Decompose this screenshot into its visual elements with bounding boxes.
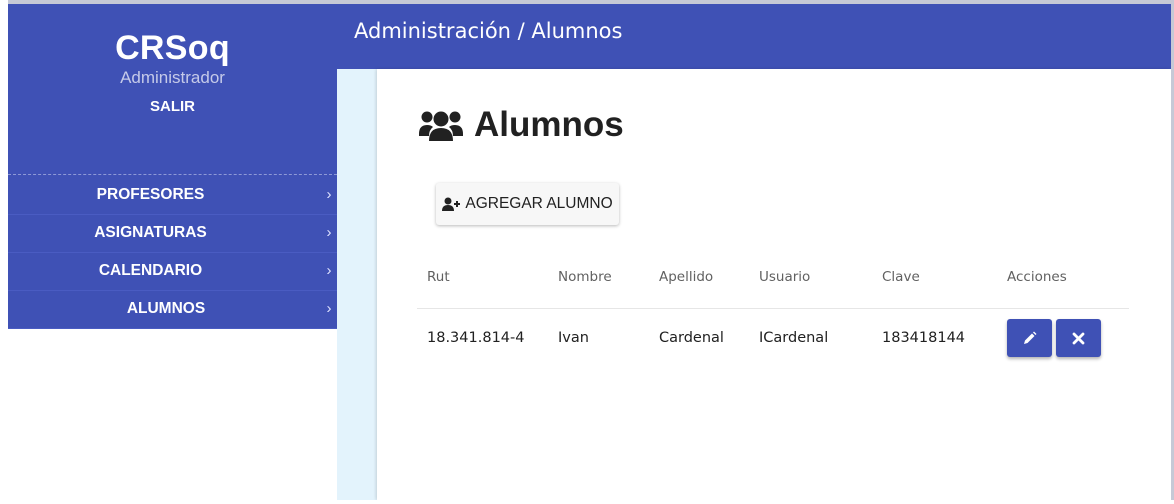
sidebar-item-alumnos[interactable]: ALUMNOS › (8, 291, 337, 329)
content-card: Alumnos AGREGAR ALUMNO Rut Nombre Apelli… (377, 69, 1171, 500)
sidebar-item-profesores[interactable]: PROFESORES › (8, 175, 337, 215)
user-plus-icon (442, 197, 461, 211)
column-header-nombre[interactable]: Nombre (548, 246, 649, 309)
sidebar-item-calendario[interactable]: CALENDARIO › (8, 253, 337, 291)
chevron-right-icon: › (326, 186, 332, 203)
top-bar: Administración / Alumnos (337, 4, 1171, 69)
logout-button[interactable]: SALIR (150, 98, 195, 115)
table-row: 18.341.814-4 Ivan Cardenal ICardenal 183… (417, 309, 1129, 368)
column-header-rut[interactable]: Rut (417, 246, 548, 309)
user-role: Administrador (120, 68, 225, 87)
delete-button[interactable] (1056, 319, 1101, 357)
brand-title: CRSoq (115, 29, 230, 67)
page-title: Alumnos (418, 105, 624, 145)
sidebar-item-label: ASIGNATURAS (94, 224, 207, 241)
table-header-row: Rut Nombre Apellido Usuario Clave Accion… (417, 246, 1129, 309)
users-icon (419, 111, 463, 141)
column-header-apellido[interactable]: Apellido (649, 246, 749, 309)
chevron-right-icon: › (326, 300, 332, 317)
app-frame: CRSoq Administrador SALIR PROFESORES › A… (8, 0, 1174, 500)
edit-button[interactable] (1007, 319, 1052, 357)
cell-rut: 18.341.814-4 (427, 330, 525, 346)
close-icon (1072, 332, 1085, 345)
add-student-label: AGREGAR ALUMNO (465, 195, 613, 212)
pencil-icon (1024, 331, 1037, 344)
sidebar: CRSoq Administrador SALIR PROFESORES › A… (8, 4, 338, 500)
sidebar-item-label: ALUMNOS (126, 300, 206, 317)
students-table: Rut Nombre Apellido Usuario Clave Accion… (417, 246, 1129, 367)
column-header-usuario[interactable]: Usuario (749, 246, 872, 309)
cell-usuario: ICardenal (759, 330, 829, 346)
cell-nombre: Ivan (558, 330, 589, 346)
sidebar-item-label: CALENDARIO (98, 262, 203, 279)
chevron-right-icon: › (326, 224, 332, 241)
column-header-acciones: Acciones (997, 246, 1129, 309)
sidebar-item-label: PROFESORES (96, 186, 205, 203)
column-header-clave[interactable]: Clave (872, 246, 997, 309)
cell-apellido: Cardenal (659, 330, 724, 346)
breadcrumb: Administración / Alumnos (354, 19, 623, 43)
add-student-button[interactable]: AGREGAR ALUMNO (436, 183, 619, 225)
sidebar-brand: CRSoq Administrador SALIR (8, 4, 337, 175)
sidebar-item-asignaturas[interactable]: ASIGNATURAS › (8, 215, 337, 253)
page-title-text: Alumnos (474, 105, 624, 144)
cell-acciones (997, 309, 1129, 368)
cell-clave: 183418144 (882, 330, 966, 346)
chevron-right-icon: › (326, 262, 332, 279)
